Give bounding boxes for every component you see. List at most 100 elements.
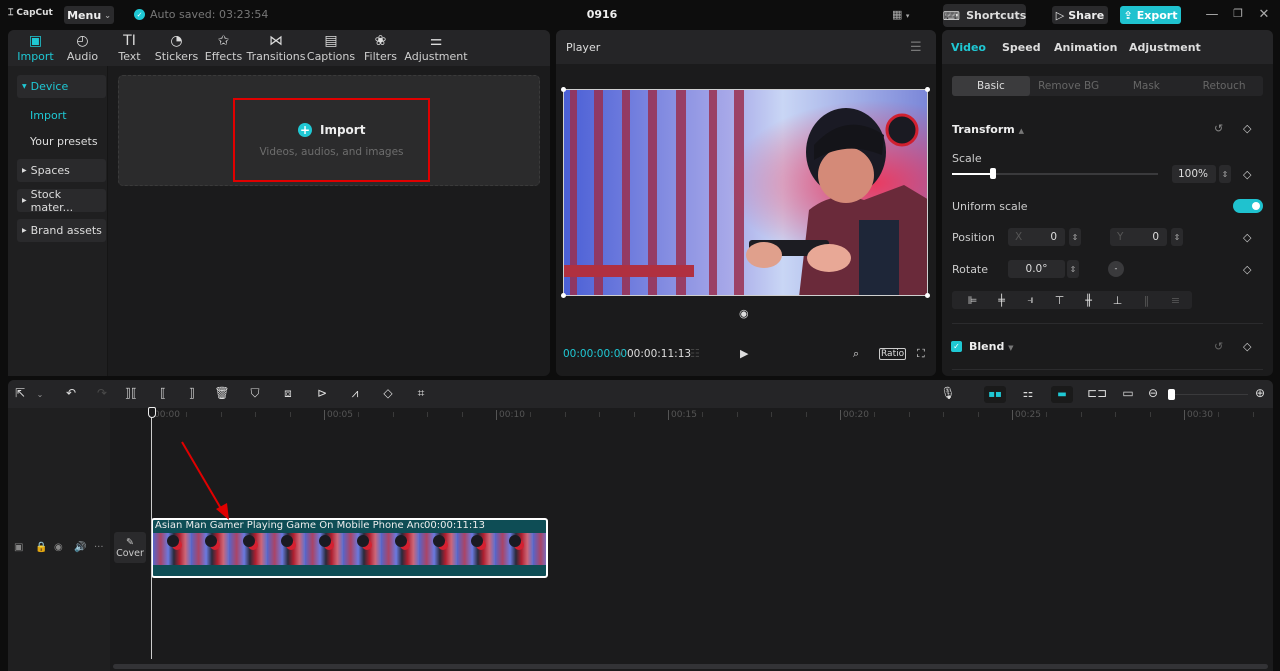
tab-adjustment[interactable]: Adjustment — [1129, 41, 1201, 54]
ratio-button[interactable]: Ratio — [879, 348, 907, 360]
nav-import[interactable]: Import — [30, 109, 67, 122]
rotate-icon[interactable]: ◇ — [380, 386, 396, 400]
timeline-zoom-handle[interactable] — [1168, 389, 1175, 400]
align-right-icon[interactable]: ⫣ — [1016, 293, 1045, 307]
rotate-handle-icon[interactable]: ◉ — [739, 307, 749, 320]
play-icon[interactable]: ▶ — [740, 347, 748, 360]
resize-handle[interactable] — [925, 293, 930, 298]
keyframe-icon[interactable]: ◇ — [1243, 263, 1251, 276]
undo-icon[interactable]: ↶ — [63, 386, 79, 400]
uniform-scale-toggle[interactable] — [1233, 199, 1263, 213]
tool-import[interactable]: ▣ Import — [12, 30, 59, 66]
mirror-icon[interactable]: ⩘ — [347, 386, 363, 401]
marker-icon[interactable]: ⛉ — [247, 386, 263, 401]
tool-adjustment[interactable]: ⚌ Adjustment — [404, 30, 468, 66]
position-x-stepper[interactable]: ⇕ — [1069, 228, 1081, 246]
resize-handle[interactable] — [925, 87, 930, 92]
align-middle-v-icon[interactable]: ╫ — [1074, 294, 1103, 307]
tool-transitions[interactable]: ⋈ Transitions — [247, 30, 306, 66]
tool-effects[interactable]: ✩ Effects — [200, 30, 247, 66]
minimize-icon[interactable]: — — [1204, 7, 1220, 22]
timeline-horizontal-scrollbar[interactable] — [113, 664, 1268, 669]
zoom-out-icon[interactable]: ⊖ — [1145, 386, 1161, 400]
reset-icon[interactable]: ↺ — [1214, 122, 1223, 135]
shortcuts-button[interactable]: ⌨ Shortcuts — [943, 4, 1026, 27]
playhead-handle[interactable] — [148, 407, 156, 418]
subtab-basic[interactable]: Basic — [952, 76, 1030, 96]
share-button[interactable]: ▷ Share — [1052, 6, 1108, 24]
resize-handle[interactable] — [561, 293, 566, 298]
keyframe-icon[interactable]: ◇ — [1243, 168, 1251, 181]
cover-button[interactable]: ✎ Cover — [114, 532, 146, 563]
keyframe-icon[interactable]: ◇ — [1243, 122, 1251, 135]
tab-speed[interactable]: Speed — [1002, 41, 1041, 54]
select-tool-icon[interactable]: ⇱ — [12, 386, 28, 400]
rotate-dial[interactable]: - — [1108, 261, 1124, 277]
zoom-to-fit-icon[interactable]: ▭ — [1120, 386, 1136, 400]
reverse-icon[interactable]: ⊳ — [314, 386, 330, 400]
blend-heading[interactable]: Blend ▼ — [969, 340, 1014, 353]
align-left-icon[interactable]: ⊫ — [958, 294, 987, 307]
tool-stickers[interactable]: ◔ Stickers — [153, 30, 200, 66]
more-icon[interactable]: ··· — [94, 542, 104, 553]
align-center-h-icon[interactable]: ╪ — [987, 294, 1016, 307]
close-icon[interactable]: ✕ — [1256, 7, 1272, 22]
rotate-stepper[interactable]: ⇕ — [1067, 260, 1079, 278]
eye-icon[interactable]: ◉ — [54, 542, 63, 553]
project-title[interactable]: 0916 — [580, 8, 624, 21]
tool-audio[interactable]: ◴ Audio — [59, 30, 106, 66]
nav-spaces[interactable]: ▶ Spaces — [17, 159, 106, 182]
freeze-icon[interactable]: ⧈ — [280, 386, 296, 401]
align-top-icon[interactable]: ⊤ — [1045, 294, 1074, 307]
tool-text[interactable]: TI Text — [106, 30, 153, 66]
delete-icon[interactable]: 🗑 — [214, 386, 230, 400]
restore-icon[interactable]: ❐ — [1230, 7, 1246, 20]
scale-slider-handle[interactable] — [990, 168, 997, 179]
audio-mute-icon[interactable]: 🔊 — [74, 542, 86, 553]
position-y-input[interactable]: Y0 — [1110, 228, 1167, 246]
microphone-icon[interactable]: 🎙 — [940, 386, 956, 400]
nav-device[interactable]: ▼ Device — [17, 75, 106, 98]
waveform-icon[interactable]: ☷ — [690, 347, 700, 360]
menu-button[interactable]: Menu ⌄ — [64, 6, 114, 24]
subtab-remove-bg[interactable]: Remove BG — [1030, 76, 1108, 96]
scale-stepper[interactable]: ⇕ — [1219, 165, 1231, 183]
tab-video[interactable]: Video — [951, 41, 986, 54]
rotate-input[interactable]: 0.0° — [1008, 260, 1065, 278]
delete-left-icon[interactable]: ⟦ — [155, 386, 171, 400]
position-y-stepper[interactable]: ⇕ — [1171, 228, 1183, 246]
blend-checkbox[interactable]: ✓ — [951, 341, 962, 352]
delete-right-icon[interactable]: ⟧ — [184, 386, 200, 400]
fullscreen-icon[interactable]: ⛶ — [917, 347, 925, 361]
zoom-in-icon[interactable]: ⊕ — [1252, 386, 1268, 400]
track-video-icon[interactable]: ▣ — [14, 542, 23, 553]
preview-axis-icon[interactable]: ⊏⊐ — [1087, 386, 1107, 400]
crop-icon[interactable]: ⌗ — [413, 386, 429, 401]
split-icon[interactable]: ⟧⟦ — [123, 386, 139, 400]
layout-icon[interactable]: ▦ ▾ — [892, 8, 920, 22]
lock-icon[interactable]: 🔒 — [35, 542, 47, 553]
nav-brand-assets[interactable]: ▶ Brand assets — [17, 219, 106, 242]
player-menu-icon[interactable]: ☰ — [910, 40, 922, 55]
main-track-magnet-icon[interactable]: ▪▪ — [984, 386, 1006, 403]
tool-captions[interactable]: ▤ Captions — [305, 30, 357, 66]
tool-filters[interactable]: ❀ Filters — [357, 30, 404, 66]
align-bottom-icon[interactable]: ⊥ — [1103, 294, 1132, 307]
export-button[interactable]: ⇪ Export — [1120, 6, 1181, 24]
nav-stock-material[interactable]: ▶ Stock mater... — [17, 188, 106, 214]
tab-animation[interactable]: Animation — [1054, 41, 1117, 54]
reset-icon[interactable]: ↺ — [1214, 340, 1223, 353]
import-button[interactable]: + Import — [298, 123, 365, 137]
keyframe-icon[interactable]: ◇ — [1243, 340, 1251, 353]
zoom-fit-icon[interactable]: ⌕ — [853, 347, 859, 361]
scale-input[interactable]: 100% — [1172, 165, 1216, 183]
linkage-icon[interactable]: ▬ — [1051, 386, 1073, 403]
nav-your-presets[interactable]: Your presets — [30, 135, 98, 148]
keyframe-icon[interactable]: ◇ — [1243, 231, 1251, 244]
timeline-zoom-slider[interactable] — [1170, 394, 1248, 395]
position-x-input[interactable]: X0 — [1008, 228, 1065, 246]
chevron-down-icon[interactable]: ⌄ — [32, 390, 48, 399]
transform-heading[interactable]: Transform ▲ — [952, 123, 1024, 136]
video-preview[interactable] — [563, 89, 928, 296]
auto-snap-icon[interactable]: ⚏ — [1020, 386, 1036, 400]
